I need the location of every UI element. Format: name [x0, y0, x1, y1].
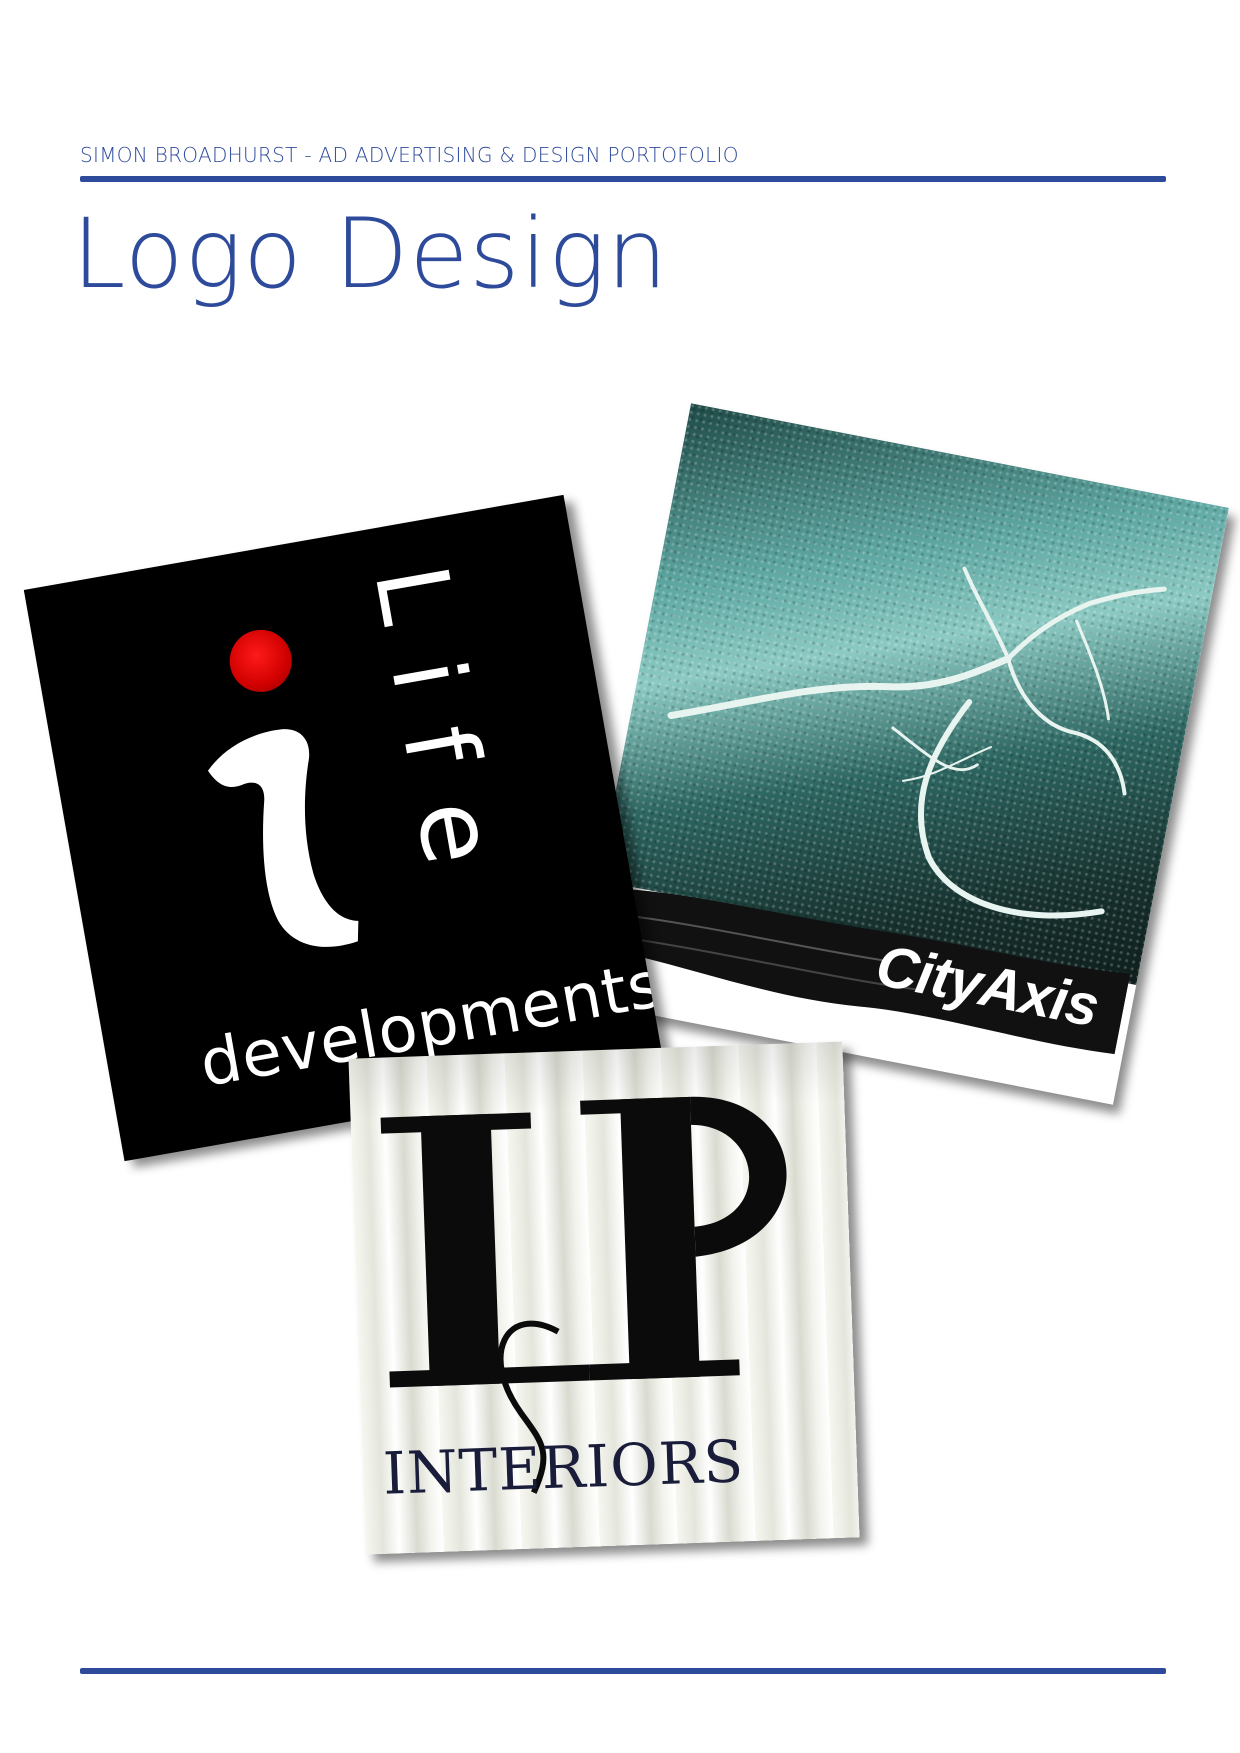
- portfolio-header: SIMON BROADHURST - AD ADVERTISING & DESI…: [80, 143, 739, 167]
- footer-divider: [80, 1668, 1166, 1674]
- header-divider: [80, 176, 1166, 182]
- interiors-wordmark: INTERIORS: [381, 1427, 746, 1508]
- cityaxis-logo: CityAxis: [575, 403, 1229, 1105]
- life-wordmark: Life: [351, 556, 526, 912]
- page-title: Logo Design: [72, 198, 669, 310]
- letter-i-graphic: [207, 729, 359, 947]
- lp-interiors-logo: INTERIORS: [348, 1041, 860, 1555]
- red-dot-graphic: [224, 625, 297, 697]
